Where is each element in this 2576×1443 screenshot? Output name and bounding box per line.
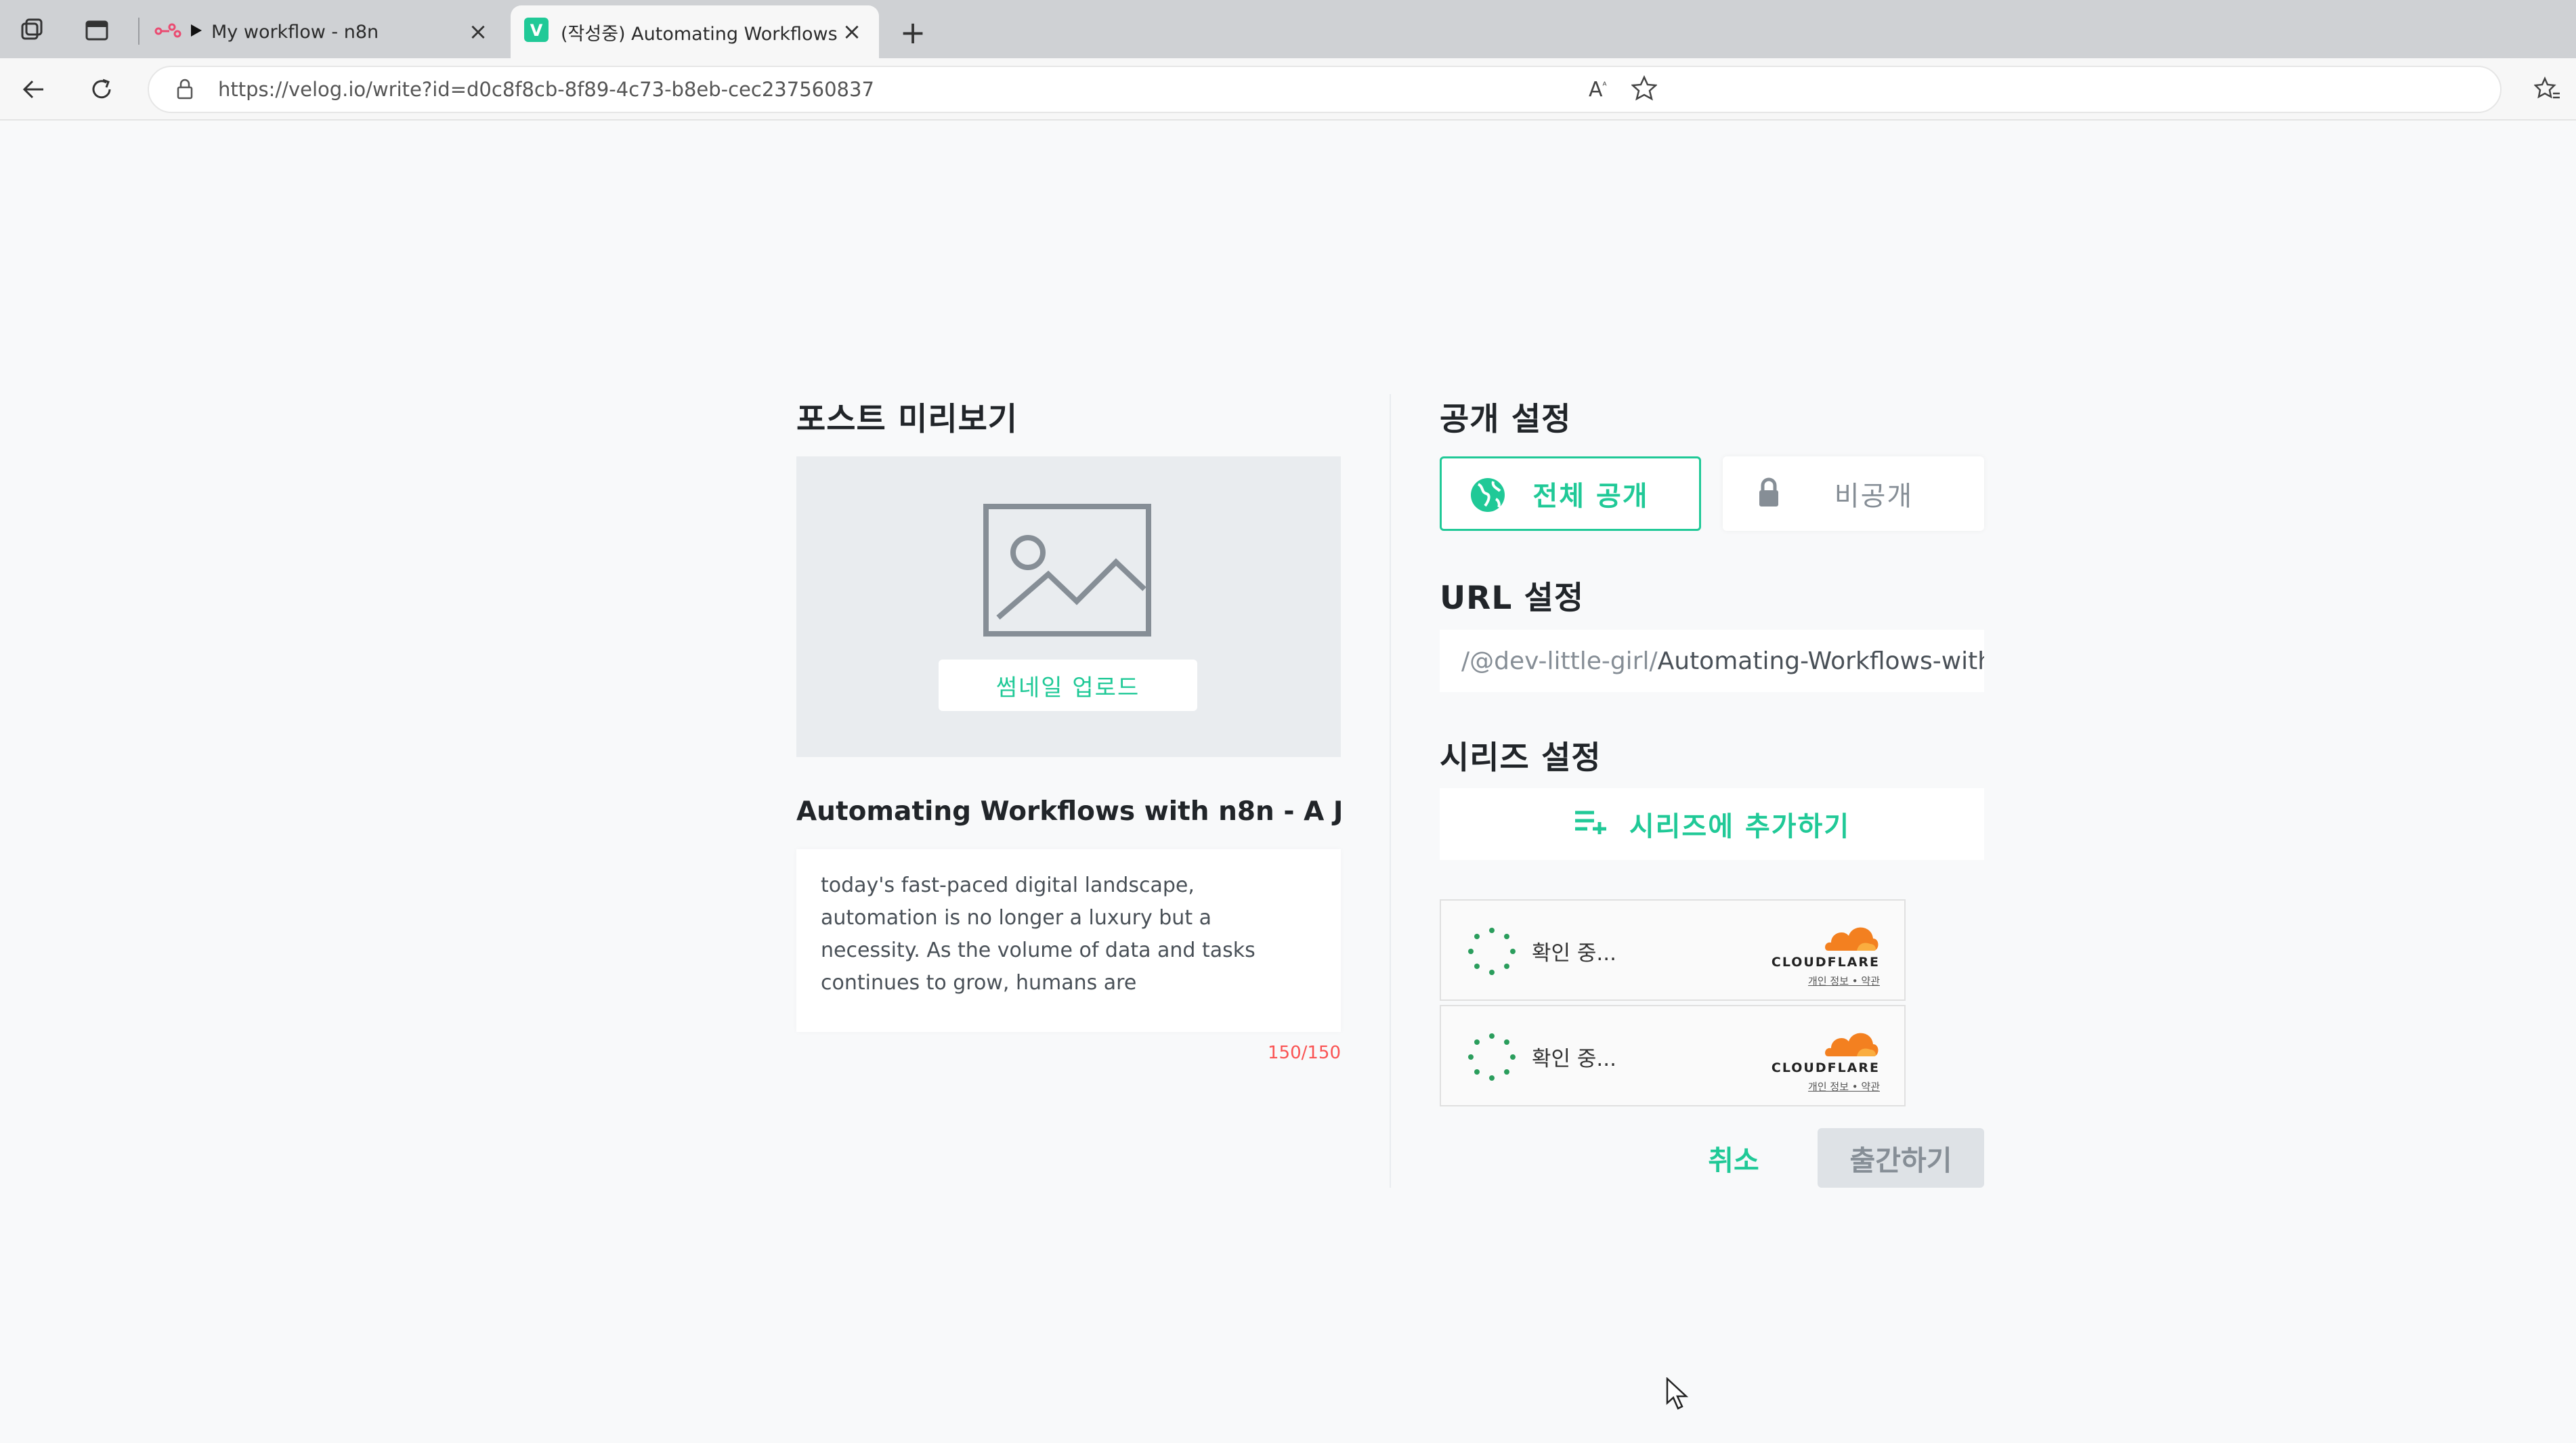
url-heading: URL 설정 bbox=[1440, 580, 1585, 617]
cloudflare-cloud-icon bbox=[1825, 1033, 1879, 1056]
captcha-status: 확인 중... bbox=[1532, 941, 1616, 966]
character-counter: 150/150 bbox=[1267, 1043, 1341, 1063]
browser-toolbar: https://velog.io/write?id=d0c8f8cb-8f89-… bbox=[0, 58, 2576, 121]
image-placeholder-icon bbox=[983, 504, 1151, 637]
publish-button[interactable]: 출간하기 bbox=[1818, 1128, 1984, 1188]
favorite-star-icon[interactable] bbox=[1630, 74, 1658, 104]
preview-heading: 포스트 미리보기 bbox=[796, 401, 1018, 438]
tab-separator bbox=[138, 18, 139, 45]
upload-thumbnail-button[interactable]: 썸네일 업로드 bbox=[939, 660, 1197, 711]
post-title: Automating Workflows with n8n - A J... bbox=[796, 796, 1341, 827]
add-to-series-label: 시리즈에 추가하기 bbox=[1629, 811, 1851, 842]
playing-audio-icon bbox=[190, 22, 203, 43]
favorites-icon[interactable] bbox=[2526, 68, 2569, 111]
visibility-heading: 공개 설정 bbox=[1440, 401, 1572, 438]
url-slug-input[interactable]: /@dev-little-girl/Automating-Workflows-w… bbox=[1440, 630, 1984, 692]
read-aloud-icon[interactable]: Aᴬ bbox=[1589, 78, 1607, 102]
privacy-terms-link[interactable]: 개인 정보 • 약관 bbox=[1808, 974, 1880, 988]
url-prefix: /@dev-little-girl/ bbox=[1461, 647, 1658, 675]
close-tab-icon[interactable]: × bbox=[838, 18, 865, 45]
globe-icon bbox=[1469, 476, 1507, 521]
tab-velog[interactable]: V (작성중) Automating Workflows w × bbox=[511, 5, 879, 58]
tab-title: My workflow - n8n bbox=[211, 21, 379, 43]
cloudflare-logo: CLOUDFLARE 개인 정보 • 약관 bbox=[1765, 1027, 1880, 1094]
cloudflare-cloud-icon bbox=[1825, 927, 1879, 951]
workspaces-icon[interactable] bbox=[8, 9, 56, 51]
url-slug: Automating-Workflows-with bbox=[1657, 647, 1984, 675]
thumbnail-area: 썸네일 업로드 bbox=[796, 456, 1341, 757]
description-field[interactable]: today's fast-paced digital landscape, au… bbox=[796, 849, 1341, 1032]
cancel-button[interactable]: 취소 bbox=[1688, 1128, 1780, 1188]
browser-tab-bar: My workflow - n8n × V (작성중) Automating W… bbox=[0, 0, 2576, 58]
privacy-terms-link[interactable]: 개인 정보 • 약관 bbox=[1808, 1079, 1880, 1094]
section-divider bbox=[1390, 394, 1391, 1188]
new-tab-button[interactable]: + bbox=[891, 12, 935, 53]
refresh-icon[interactable] bbox=[80, 68, 123, 111]
vertical-tabs-icon[interactable] bbox=[73, 9, 121, 51]
url-text: https://velog.io/write?id=d0c8f8cb-8f89-… bbox=[218, 78, 874, 101]
back-icon[interactable] bbox=[12, 68, 56, 111]
lock-icon bbox=[1750, 474, 1788, 519]
cloudflare-captcha[interactable]: 확인 중... CLOUDFLARE 개인 정보 • 약관 bbox=[1440, 1005, 1906, 1106]
tab-title: (작성중) Automating Workflows w bbox=[561, 23, 838, 45]
mouse-cursor-icon bbox=[1666, 1377, 1689, 1410]
n8n-favicon-icon bbox=[154, 22, 181, 43]
captcha-status: 확인 중... bbox=[1532, 1047, 1616, 1071]
cloudflare-captcha[interactable]: 확인 중... CLOUDFLARE 개인 정보 • 약관 bbox=[1440, 899, 1906, 1001]
site-info-icon[interactable] bbox=[161, 78, 209, 101]
add-to-series-button[interactable]: 시리즈에 추가하기 bbox=[1440, 788, 1984, 860]
velog-favicon-icon: V bbox=[524, 17, 549, 47]
series-heading: 시리즈 설정 bbox=[1440, 739, 1602, 777]
playlist-add-icon bbox=[1574, 807, 1608, 841]
public-visibility-button[interactable]: 전체 공개 bbox=[1440, 456, 1701, 531]
svg-text:V: V bbox=[530, 21, 543, 40]
post-preview-section: 포스트 미리보기 썸네일 업로드 Automating Workflows wi… bbox=[796, 393, 1341, 1063]
private-label: 비공개 bbox=[1834, 481, 1914, 512]
publish-settings-section: 공개 설정 전체 공개 비공개 URL 설정 /@dev-little-girl… bbox=[1440, 393, 1984, 1188]
visibility-options: 전체 공개 비공개 bbox=[1440, 456, 1984, 531]
private-visibility-button[interactable]: 비공개 bbox=[1723, 456, 1984, 531]
tab-n8n[interactable]: My workflow - n8n × bbox=[141, 5, 505, 58]
loading-spinner-icon bbox=[1468, 1033, 1516, 1081]
public-label: 전체 공개 bbox=[1532, 481, 1649, 512]
address-bar[interactable]: https://velog.io/write?id=d0c8f8cb-8f89-… bbox=[148, 66, 2502, 113]
loading-spinner-icon bbox=[1468, 928, 1516, 975]
close-tab-icon[interactable]: × bbox=[465, 18, 492, 45]
cloudflare-logo: CLOUDFLARE 개인 정보 • 약관 bbox=[1765, 921, 1880, 989]
